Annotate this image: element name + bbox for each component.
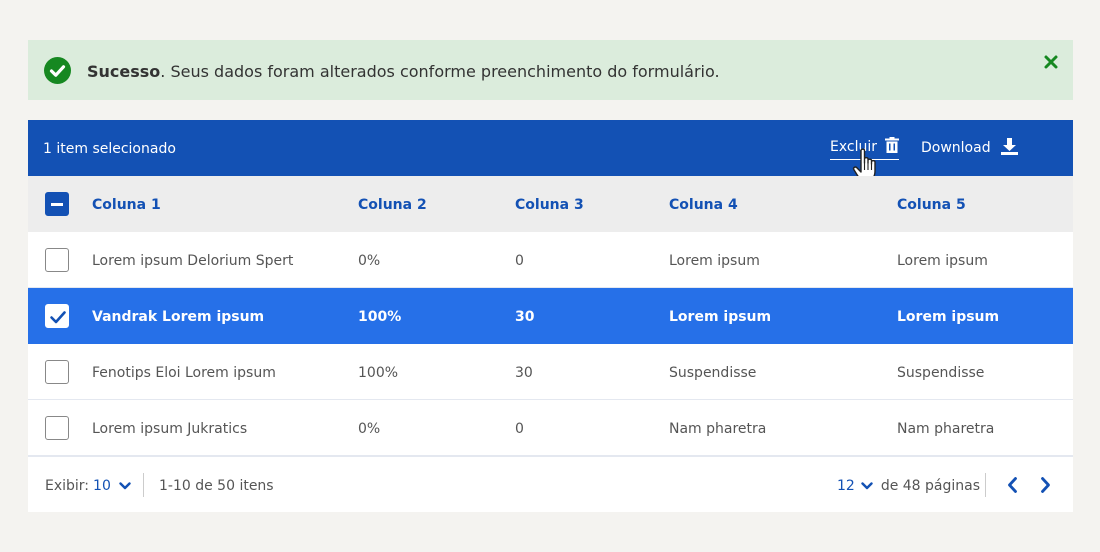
table-cell: 0 (515, 421, 524, 437)
table-cell: Nam pharetra (669, 421, 767, 437)
table-cell: 0% (358, 253, 381, 269)
table-cell: 0% (358, 421, 381, 437)
item-range: 1-10 de 50 itens (159, 478, 274, 494)
trash-icon (885, 136, 899, 157)
table-cell: 30 (515, 365, 533, 381)
close-icon[interactable] (1043, 54, 1059, 70)
column-header[interactable]: Coluna 4 (669, 197, 738, 213)
row-checkbox[interactable] (45, 416, 69, 440)
table-row[interactable]: Lorem ipsum Jukratics 0% 0 Nam pharetra … (28, 400, 1073, 456)
table-cell: Suspendisse (669, 365, 757, 381)
divider (143, 473, 144, 497)
success-alert: Sucesso. Seus dados foram alterados conf… (28, 40, 1073, 100)
divider (985, 473, 986, 497)
table-cell: Suspendisse (897, 365, 985, 381)
data-table: 1 item selecionado Excluir Download Colu… (28, 120, 1073, 512)
column-header[interactable]: Coluna 3 (515, 197, 584, 213)
alert-text: . Seus dados foram alterados conforme pr… (160, 62, 720, 81)
selected-count: 1 item selecionado (43, 141, 176, 157)
download-icon (1000, 137, 1018, 159)
chevron-right-icon[interactable] (1037, 476, 1053, 494)
table-cell: Lorem ipsum Jukratics (92, 421, 248, 437)
table-cell: Vandrak Lorem ipsum (92, 309, 265, 325)
table-cell: Fenotips Eloi Lorem ipsum (92, 365, 276, 381)
row-checkbox-checked[interactable] (45, 304, 69, 328)
download-label: Download (921, 140, 991, 156)
chevron-down-icon (115, 478, 131, 494)
check-circle-icon (44, 57, 71, 84)
column-header[interactable]: Coluna 1 (92, 197, 161, 213)
table-cell: Lorem ipsum (897, 253, 988, 269)
chevron-down-icon (861, 478, 875, 494)
table-cell: Lorem ipsum Delorium Spert (92, 253, 294, 269)
page-size-selector[interactable]: Exibir: 10 (45, 478, 131, 494)
column-header[interactable]: Coluna 2 (358, 197, 427, 213)
table-cell: 0 (515, 253, 524, 269)
alert-title: Sucesso (87, 62, 161, 81)
select-all-checkbox[interactable] (45, 192, 69, 216)
chevron-left-icon[interactable] (1005, 476, 1021, 494)
page-size-value: 10 (93, 478, 111, 494)
table-header: Coluna 1 Coluna 2 Coluna 3 Coluna 4 Colu… (28, 176, 1073, 232)
table-cell: Lorem ipsum (897, 309, 1000, 325)
table-cell: Lorem ipsum (669, 309, 772, 325)
table-row-selected[interactable]: Vandrak Lorem ipsum 100% 30 Lorem ipsum … (28, 288, 1073, 344)
page-value: 12 (837, 478, 855, 494)
alert-message: Sucesso. Seus dados foram alterados conf… (87, 62, 720, 81)
table-cell: Lorem ipsum (669, 253, 760, 269)
table-cell: Nam pharetra (897, 421, 995, 437)
row-checkbox[interactable] (45, 360, 69, 384)
page-selector[interactable]: 12 de 48 páginas (837, 478, 980, 494)
selection-toolbar: 1 item selecionado Excluir Download (28, 120, 1073, 182)
table-cell: 30 (515, 309, 535, 325)
page-total: de 48 páginas (880, 478, 981, 494)
pagination: Exibir: 10 1-10 de 50 itens 12 de 48 pág… (28, 456, 1073, 512)
table-cell: 100% (358, 365, 399, 381)
table-row[interactable]: Lorem ipsum Delorium Spert 0% 0 Lorem ip… (28, 232, 1073, 288)
column-header[interactable]: Coluna 5 (897, 197, 966, 213)
table-row[interactable]: Fenotips Eloi Lorem ipsum 100% 30 Suspen… (28, 344, 1073, 400)
download-button[interactable]: Download (921, 136, 1018, 160)
table-cell: 100% (358, 309, 402, 325)
check-icon (50, 311, 66, 324)
row-checkbox[interactable] (45, 248, 69, 272)
page-size-label: Exibir: (45, 478, 90, 494)
